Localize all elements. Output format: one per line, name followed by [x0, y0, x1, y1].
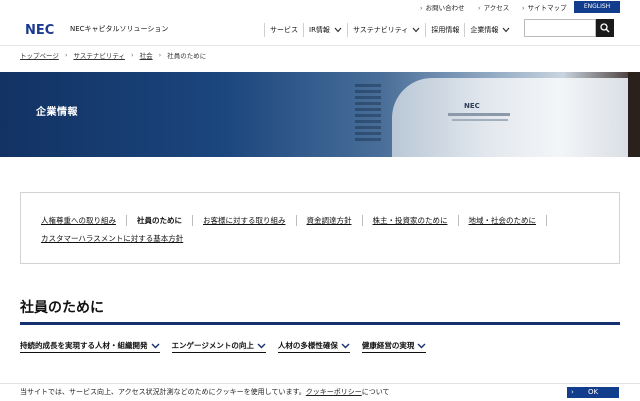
chevron-right-icon: › [478, 4, 481, 12]
sitemap-link[interactable]: › サイトマップ [522, 2, 567, 12]
cookie-message: 当サイトでは、サービス向上、アクセス状況計測などのためにクッキーを使用しています… [20, 388, 390, 396]
hero-banner: NEC 企業情報 [0, 72, 640, 157]
chevron-right-icon: › [130, 51, 134, 59]
chevron-right-icon: › [522, 4, 525, 12]
anchor-health-management[interactable]: 健康経営の実現 [361, 340, 427, 353]
chevron-down-icon [341, 343, 350, 348]
nav-ir[interactable]: IR情報 [303, 22, 347, 37]
nav-company[interactable]: 企業情報 [464, 22, 515, 37]
access-link[interactable]: › アクセス [478, 2, 509, 12]
hero-lobby-wall [392, 78, 632, 157]
chevron-down-icon [334, 27, 342, 32]
cookie-ok-button[interactable]: › OK [567, 387, 619, 398]
subnav-community[interactable]: 地域・社会のために [457, 215, 547, 226]
breadcrumb: トップページ › サステナビリティ › 社会 › 社員のために [20, 50, 206, 60]
breadcrumb-current: 社員のために [167, 52, 207, 60]
chevron-down-icon [257, 343, 266, 348]
global-nav: サービス IR情報 サステナビリティ 採用情報 企業情報 [264, 14, 515, 45]
site-header: NEC NECキャピタルソリューション サービス IR情報 サステナビリティ 採… [0, 14, 640, 46]
wall-logo: NEC [464, 102, 480, 110]
chevron-down-icon [417, 343, 426, 348]
nav-recruit[interactable]: 採用情報 [425, 22, 464, 37]
search-icon [600, 23, 610, 33]
search-input[interactable] [524, 19, 596, 37]
english-button[interactable]: ENGLISH [574, 1, 620, 13]
search-button[interactable] [596, 19, 614, 37]
chevron-right-icon: › [571, 388, 574, 396]
nec-logo[interactable]: NEC [25, 22, 65, 36]
subnav-customer-harassment[interactable]: カスタマーハラスメントに対する基本方針 [41, 233, 193, 244]
subnav-funding-policy[interactable]: 資金調達方針 [295, 215, 362, 226]
chevron-right-icon: › [420, 4, 423, 12]
anchor-talent-development[interactable]: 持続的成長を実現する人材・組織開発 [20, 340, 160, 353]
nav-services[interactable]: サービス [264, 22, 303, 37]
breadcrumb-sustainability[interactable]: サステナビリティ [73, 50, 124, 60]
page-title: 社員のために [20, 300, 104, 316]
subnav-row: 人権尊重への取り組み 社員のために お客様に対する取り組み 資金調達方針 株主・… [41, 215, 547, 226]
subnav-row: カスタマーハラスメントに対する基本方針 [41, 233, 193, 244]
hero-edge [628, 72, 640, 157]
svg-text:NEC: NEC [25, 23, 54, 36]
cookie-banner: 当サイトでは、サービス向上、アクセス状況計測などのためにクッキーを使用しています… [0, 383, 640, 401]
breadcrumb-top[interactable]: トップページ [20, 50, 59, 60]
chevron-down-icon [502, 27, 510, 32]
anchor-diversity[interactable]: 人材の多様性確保 [277, 340, 350, 353]
nav-sustainability[interactable]: サステナビリティ [346, 22, 425, 37]
hero-plant-image [355, 84, 381, 144]
subnav-customers[interactable]: お客様に対する取り組み [192, 215, 296, 226]
divider [546, 215, 547, 226]
cookie-policy-link[interactable]: クッキーポリシー [306, 388, 362, 396]
subnav-employees-current[interactable]: 社員のために [126, 215, 192, 226]
chevron-right-icon: › [64, 51, 68, 59]
chevron-down-icon [412, 27, 420, 32]
company-name[interactable]: NECキャピタルソリューション [70, 24, 168, 34]
chevron-down-icon [151, 343, 159, 348]
wall-sign-text [448, 113, 510, 116]
subnav-shareholders[interactable]: 株主・投資家のために [361, 215, 458, 226]
contact-link[interactable]: › お問い合わせ [420, 2, 465, 12]
breadcrumb-society[interactable]: 社会 [140, 50, 153, 60]
chevron-right-icon: › [158, 51, 162, 59]
wall-sign-text [452, 119, 508, 121]
anchor-engagement[interactable]: エンゲージメントの向上 [171, 340, 266, 353]
section-subnav: 人権尊重への取り組み 社員のために お客様に対する取り組み 資金調達方針 株主・… [20, 192, 620, 264]
utility-bar: › お問い合わせ › アクセス › サイトマップ ENGLISH [0, 0, 640, 14]
subnav-human-rights[interactable]: 人権尊重への取り組み [41, 215, 126, 226]
anchor-links: 持続的成長を実現する人材・組織開発 エンゲージメントの向上 人材の多様性確保 健… [20, 340, 438, 353]
title-underline [20, 322, 620, 325]
hero-title: 企業情報 [36, 107, 78, 118]
